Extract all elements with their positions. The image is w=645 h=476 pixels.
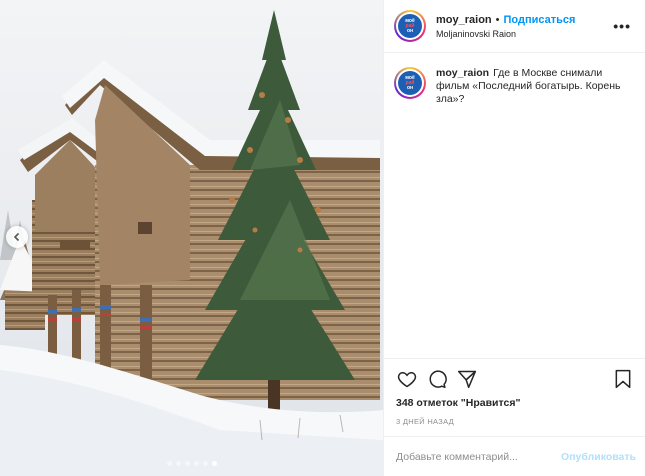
post-timestamp[interactable]: 3 ДНЕЙ НАЗАД [396, 417, 634, 426]
carousel-indicator [0, 461, 383, 466]
paper-plane-icon [457, 370, 477, 389]
heart-icon [397, 371, 417, 388]
post-actions: 348 отметок "Нравится" 3 ДНЕЙ НАЗАД [384, 358, 645, 426]
comment-button[interactable] [426, 368, 448, 390]
username-link[interactable]: moy_raion [436, 14, 492, 26]
comments-area: моё рай он moy_raion Где в Москве снимали… [384, 53, 645, 357]
photo-illustration [0, 0, 383, 476]
header-text: moy_raion • Подписаться Moljaninovski Ra… [436, 14, 611, 39]
follow-button[interactable]: Подписаться [504, 14, 576, 26]
more-options-button[interactable]: ••• [611, 18, 633, 34]
caption-username-link[interactable]: moy_raion [436, 67, 489, 79]
carousel-dot-active [211, 461, 217, 466]
carousel-dot [166, 461, 172, 466]
carousel-dot [202, 461, 208, 466]
save-button[interactable] [612, 368, 634, 390]
publish-button[interactable]: Опубликовать [561, 451, 636, 463]
post-header: моё рай он moy_raion • Подписаться Molja… [384, 0, 645, 53]
carousel-prev-button[interactable] [6, 226, 28, 248]
avatar[interactable]: моё рай он [394, 67, 426, 99]
add-comment-bar: Опубликовать [384, 436, 645, 476]
comment-input[interactable] [396, 450, 562, 463]
carousel-dot [193, 461, 199, 466]
carousel-dot [184, 461, 190, 466]
instagram-post: моё рай он moy_raion • Подписаться Molja… [0, 0, 645, 476]
post-photo[interactable] [0, 0, 383, 476]
avatar-logo-text: он [406, 27, 414, 34]
location-link[interactable]: Moljaninovski Raion [436, 29, 611, 39]
caption-text: moy_raion Где в Москве снимали фильм «Пос… [436, 67, 633, 106]
caption: моё рай он moy_raion Где в Москве снимали… [394, 67, 633, 106]
share-button[interactable] [456, 368, 478, 390]
bookmark-icon [615, 369, 631, 389]
carousel-dot [175, 461, 181, 466]
avatar-logo-text: он [406, 84, 414, 91]
post-sidebar: моё рай он moy_raion • Подписаться Molja… [383, 0, 645, 476]
separator-bullet: • [495, 13, 500, 26]
chevron-left-icon [13, 232, 20, 242]
more-icon: ••• [613, 18, 631, 34]
avatar[interactable]: моё рай он [394, 10, 426, 42]
likes-count[interactable]: 348 отметок "Нравится" [396, 397, 634, 409]
comment-icon [429, 370, 447, 389]
like-button[interactable] [396, 368, 418, 390]
